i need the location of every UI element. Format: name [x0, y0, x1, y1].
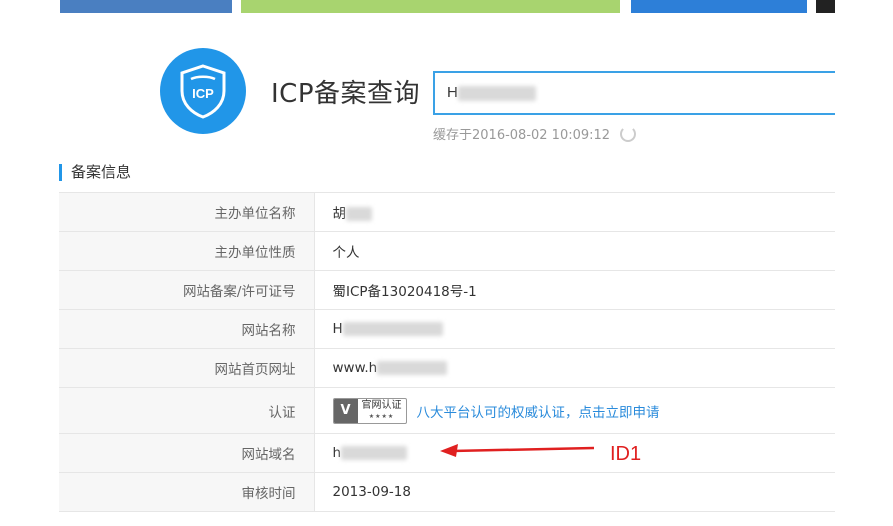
- verified-v-icon: V: [333, 398, 358, 423]
- search-value-text: H: [447, 84, 458, 101]
- official-cert-badge[interactable]: V 官网认证 ★★★★: [332, 397, 407, 424]
- row-label: 网站域名: [59, 433, 315, 473]
- refresh-icon[interactable]: [620, 125, 637, 142]
- row-label: 网站首页网址: [59, 348, 315, 388]
- license-number: 蜀ICP备13020418号-1: [314, 270, 835, 310]
- banner-ad-4[interactable]: [816, 0, 835, 13]
- row-label: 主办单位名称: [59, 192, 315, 232]
- row-value: H: [314, 309, 835, 349]
- section-heading: 备案信息: [59, 164, 131, 181]
- cert-stars: ★★★★: [368, 412, 395, 420]
- annotation-label: ID1: [610, 443, 642, 465]
- table-row: 主办单位名称 胡: [59, 192, 835, 232]
- certification-cell: V 官网认证 ★★★★ 八大平台认可的权威认证，点击立即申请: [314, 387, 835, 434]
- logo-text: ICP: [192, 86, 214, 101]
- redacted-blur: [341, 446, 408, 460]
- annotation-arrow: [440, 444, 595, 457]
- row-label: 主办单位性质: [59, 231, 315, 271]
- cert-badge-text: 官网认证 ★★★★: [358, 400, 406, 422]
- table-row: 网站首页网址 www.h: [59, 348, 835, 388]
- organizer-name: 胡: [332, 206, 347, 222]
- cache-timestamp: 缓存于2016-08-02 10:09:12: [433, 128, 611, 143]
- site-name: H: [332, 321, 343, 337]
- row-value: www.h: [314, 348, 835, 388]
- row-label: 认证: [59, 387, 315, 434]
- site-domain: h: [332, 445, 342, 461]
- banner-ad-2[interactable]: [241, 0, 620, 13]
- table-row: 认证 V 官网认证 ★★★★ 八大平台认可的权威认证，点击立即申请: [59, 387, 835, 434]
- record-info-table: 主办单位名称 胡 主办单位性质 个人 网站备案/许可证号 蜀ICP备130204…: [59, 192, 835, 512]
- page-title: ICP备案查询: [271, 79, 421, 109]
- table-row: 主办单位性质 个人: [59, 231, 835, 271]
- homepage-url: www.h: [332, 360, 378, 376]
- banner-ad-1[interactable]: [60, 0, 232, 13]
- banner-ad-3[interactable]: [631, 0, 807, 13]
- row-value: 胡: [314, 192, 835, 232]
- redacted-blur: [346, 207, 372, 221]
- redacted-blur: [342, 322, 443, 336]
- organizer-type: 个人: [314, 231, 835, 271]
- table-row: 网站名称 H: [59, 309, 835, 349]
- review-date: 2013-09-18: [314, 472, 835, 512]
- search-input[interactable]: H: [433, 71, 835, 115]
- search-value: H: [447, 84, 536, 101]
- redacted-blur: [377, 361, 448, 375]
- cert-badge-label: 官网认证: [361, 399, 402, 411]
- cache-info: 缓存于2016-08-02 10:09:12: [433, 124, 637, 143]
- row-label: 网站名称: [59, 309, 315, 349]
- table-row: 网站备案/许可证号 蜀ICP备13020418号-1: [59, 270, 835, 310]
- icp-logo: ICP: [160, 48, 246, 134]
- row-label: 网站备案/许可证号: [59, 270, 315, 310]
- cert-apply-link[interactable]: 八大平台认可的权威认证，点击立即申请: [417, 405, 660, 421]
- row-label: 审核时间: [59, 472, 315, 512]
- redacted-blur: [457, 85, 536, 101]
- table-row: 审核时间 2013-09-18: [59, 472, 835, 512]
- shield-icon: ICP: [180, 64, 226, 119]
